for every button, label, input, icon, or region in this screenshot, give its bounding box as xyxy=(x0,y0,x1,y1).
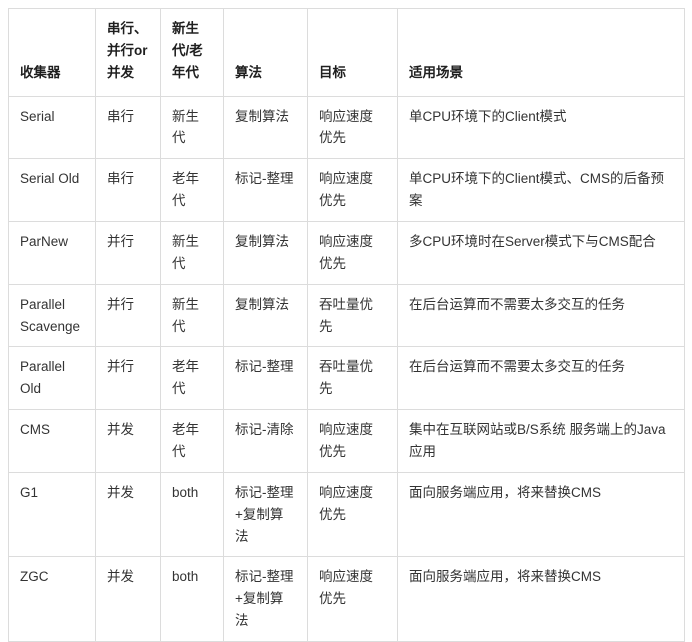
table-row: G1 并发 both 标记-整理+复制算法 响应速度优先 面向服务端应用，将来替… xyxy=(8,472,685,558)
cell-scenario: 单CPU环境下的Client模式 xyxy=(397,96,685,160)
cell-algorithm: 复制算法 xyxy=(223,96,308,160)
cell-concurrency: 并行 xyxy=(95,284,161,348)
column-header-algorithm: 算法 xyxy=(223,8,308,97)
table-row: CMS 并发 老年代 标记-清除 响应速度优先 集中在互联网站或B/S系统 服务… xyxy=(8,409,685,473)
cell-scenario: 面向服务端应用，将来替换CMS xyxy=(397,472,685,558)
cell-collector: Serial Old xyxy=(8,158,96,223)
cell-concurrency: 并行 xyxy=(95,221,161,285)
cell-goal: 响应速度优先 xyxy=(307,472,398,558)
cell-scenario: 多CPU环境时在Server模式下与CMS配合 xyxy=(397,221,685,285)
table-header-row: 收集器 串行、并行or并发 新生代/老年代 算法 目标 适用场景 xyxy=(8,8,685,97)
cell-generation: 新生代 xyxy=(160,96,224,160)
cell-goal: 响应速度优先 xyxy=(307,158,398,223)
cell-scenario: 在后台运算而不需要太多交互的任务 xyxy=(397,346,685,411)
cell-algorithm: 标记-整理+复制算法 xyxy=(223,472,308,558)
cell-goal: 吞吐量优先 xyxy=(307,346,398,411)
table-row: Parallel Scavenge 并行 新生代 复制算法 吞吐量优先 在后台运… xyxy=(8,284,685,348)
table-row: Parallel Old 并行 老年代 标记-整理 吞吐量优先 在后台运算而不需… xyxy=(8,346,685,411)
cell-collector: G1 xyxy=(8,472,96,558)
cell-goal: 响应速度优先 xyxy=(307,221,398,285)
cell-collector: Parallel Old xyxy=(8,346,96,411)
column-header-concurrency: 串行、并行or并发 xyxy=(95,8,161,97)
cell-goal: 响应速度优先 xyxy=(307,409,398,473)
gc-collector-comparison-table: 收集器 串行、并行or并发 新生代/老年代 算法 目标 适用场景 Serial … xyxy=(8,8,685,642)
cell-generation: 老年代 xyxy=(160,409,224,473)
cell-algorithm: 标记-整理 xyxy=(223,346,308,411)
cell-concurrency: 串行 xyxy=(95,96,161,160)
cell-collector: CMS xyxy=(8,409,96,473)
cell-algorithm: 复制算法 xyxy=(223,284,308,348)
table-header: 收集器 串行、并行or并发 新生代/老年代 算法 目标 适用场景 xyxy=(8,8,685,97)
cell-algorithm: 复制算法 xyxy=(223,221,308,285)
cell-scenario: 集中在互联网站或B/S系统 服务端上的Java应用 xyxy=(397,409,685,473)
table-row: ParNew 并行 新生代 复制算法 响应速度优先 多CPU环境时在Server… xyxy=(8,221,685,285)
cell-generation: 新生代 xyxy=(160,221,224,285)
column-header-goal: 目标 xyxy=(307,8,398,97)
column-header-generation: 新生代/老年代 xyxy=(160,8,224,97)
cell-generation: both xyxy=(160,556,224,642)
cell-collector: ParNew xyxy=(8,221,96,285)
column-header-scenario: 适用场景 xyxy=(397,8,685,97)
cell-scenario: 单CPU环境下的Client模式、CMS的后备预案 xyxy=(397,158,685,223)
cell-concurrency: 串行 xyxy=(95,158,161,223)
cell-algorithm: 标记-整理+复制算法 xyxy=(223,556,308,642)
cell-collector: Serial xyxy=(8,96,96,160)
cell-generation: 老年代 xyxy=(160,158,224,223)
cell-collector: Parallel Scavenge xyxy=(8,284,96,348)
cell-scenario: 在后台运算而不需要太多交互的任务 xyxy=(397,284,685,348)
table-body: Serial 串行 新生代 复制算法 响应速度优先 单CPU环境下的Client… xyxy=(8,96,685,642)
table-row: Serial Old 串行 老年代 标记-整理 响应速度优先 单CPU环境下的C… xyxy=(8,158,685,223)
cell-algorithm: 标记-清除 xyxy=(223,409,308,473)
cell-goal: 响应速度优先 xyxy=(307,556,398,642)
cell-scenario: 面向服务端应用，将来替换CMS xyxy=(397,556,685,642)
cell-collector: ZGC xyxy=(8,556,96,642)
cell-generation: both xyxy=(160,472,224,558)
cell-generation: 新生代 xyxy=(160,284,224,348)
cell-concurrency: 并发 xyxy=(95,472,161,558)
table-row: ZGC 并发 both 标记-整理+复制算法 响应速度优先 面向服务端应用，将来… xyxy=(8,556,685,642)
cell-concurrency: 并发 xyxy=(95,556,161,642)
cell-concurrency: 并行 xyxy=(95,346,161,411)
cell-goal: 响应速度优先 xyxy=(307,96,398,160)
cell-generation: 老年代 xyxy=(160,346,224,411)
cell-algorithm: 标记-整理 xyxy=(223,158,308,223)
cell-goal: 吞吐量优先 xyxy=(307,284,398,348)
cell-concurrency: 并发 xyxy=(95,409,161,473)
page-container: 收集器 串行、并行or并发 新生代/老年代 算法 目标 适用场景 Serial … xyxy=(0,0,692,642)
table-row: Serial 串行 新生代 复制算法 响应速度优先 单CPU环境下的Client… xyxy=(8,96,685,160)
column-header-collector: 收集器 xyxy=(8,8,96,97)
